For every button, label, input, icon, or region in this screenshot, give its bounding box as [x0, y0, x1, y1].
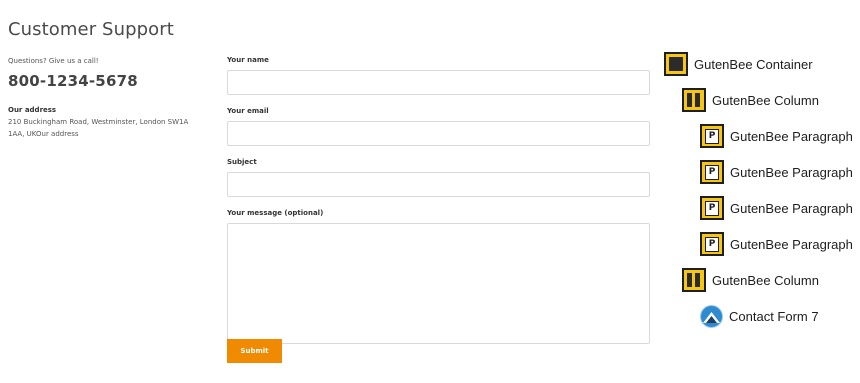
tree-item-label: GutenBee Paragraph — [730, 128, 853, 144]
tree-item-paragraph[interactable]: P GutenBee Paragraph — [700, 123, 853, 149]
paragraph-block-icon: P — [700, 232, 724, 256]
tree-item-label: GutenBee Column — [712, 272, 819, 288]
tree-item-label: GutenBee Container — [694, 56, 813, 72]
name-field[interactable] — [227, 70, 650, 95]
tree-item-label: GutenBee Column — [712, 92, 819, 108]
column-block-icon — [682, 88, 706, 112]
page-title: Customer Support — [8, 19, 174, 41]
tree-item-label: GutenBee Paragraph — [730, 200, 853, 216]
contact-form: Your name Your email Subject Your messag… — [227, 56, 650, 344]
tree-item-column[interactable]: GutenBee Column — [682, 267, 819, 293]
column-block-icon — [682, 268, 706, 292]
questions-text: Questions? Give us a call! — [8, 57, 99, 65]
name-label: Your name — [227, 56, 269, 64]
message-label: Your message (optional) — [227, 209, 324, 217]
tree-item-contact-form[interactable]: Contact Form 7 — [700, 303, 819, 329]
paragraph-block-icon: P — [700, 160, 724, 184]
email-label: Your email — [227, 107, 269, 115]
subject-field[interactable] — [227, 172, 650, 197]
contact-form-7-icon — [700, 304, 723, 328]
phone-number: 800-1234-5678 — [8, 72, 138, 90]
message-field[interactable] — [227, 223, 650, 344]
tree-item-container[interactable]: GutenBee Container — [664, 51, 813, 77]
tree-item-paragraph[interactable]: P GutenBee Paragraph — [700, 195, 853, 221]
submit-button[interactable]: Submit — [227, 339, 282, 363]
tree-item-paragraph[interactable]: P GutenBee Paragraph — [700, 231, 853, 257]
tree-item-paragraph[interactable]: P GutenBee Paragraph — [700, 159, 853, 185]
email-field[interactable] — [227, 121, 650, 146]
paragraph-block-icon: P — [700, 196, 724, 220]
contact-info: Questions? Give us a call! 800-1234-5678… — [8, 57, 213, 140]
address-text: 210 Buckingham Road, Westminster, London… — [8, 118, 189, 138]
container-block-icon — [664, 52, 688, 76]
subject-label: Subject — [227, 158, 257, 166]
address-label: Our address — [8, 106, 57, 114]
tree-item-label: GutenBee Paragraph — [730, 236, 853, 252]
tree-item-label: GutenBee Paragraph — [730, 164, 853, 180]
tree-item-label: Contact Form 7 — [729, 308, 819, 324]
tree-item-column[interactable]: GutenBee Column — [682, 87, 819, 113]
paragraph-block-icon: P — [700, 124, 724, 148]
